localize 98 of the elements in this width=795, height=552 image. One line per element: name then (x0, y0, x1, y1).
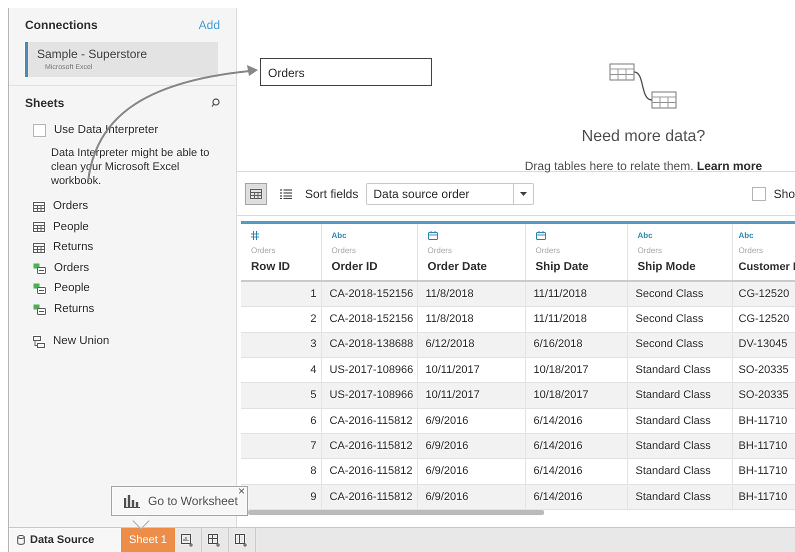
checkbox[interactable] (33, 124, 46, 137)
table-source: Orders (738, 245, 764, 257)
table-cell: CA-2018-152156 (321, 281, 417, 307)
prompt-text: Drag tables here to relate them. (524, 159, 695, 173)
new-union-item[interactable]: New Union (9, 332, 236, 352)
bar-chart-icon (124, 494, 140, 508)
column-header[interactable]: Customer I (738, 259, 795, 276)
table-cell: 1 (241, 281, 321, 307)
table-cell: 10/18/2017 (525, 382, 627, 408)
table-cell: Second Class (627, 332, 732, 358)
table-cell: CA-2016-115812 (321, 458, 417, 484)
table-cell: CA-2018-152156 (321, 306, 417, 332)
table-cell: Standard Class (627, 382, 732, 408)
table-cell: 6/14/2016 (525, 484, 627, 510)
table-source: Orders (536, 245, 561, 257)
table-cell: Standard Class (627, 434, 732, 459)
table-cell: Second Class (627, 306, 732, 332)
sheet-item[interactable]: Returns (9, 238, 236, 258)
tooltip-text: Go to Worksheet (148, 493, 238, 510)
table-icon (33, 202, 45, 212)
sheet-item[interactable]: Returns (9, 299, 236, 320)
table-cell: 10/11/2017 (417, 382, 525, 408)
checkbox-label: Sho (774, 186, 795, 202)
sheet-item[interactable]: Orders (9, 258, 236, 279)
sheet-item[interactable]: People (9, 217, 236, 238)
table-cell: 11/11/2018 (525, 281, 627, 307)
table-card[interactable]: Orders (260, 58, 432, 86)
related-tables-icon (608, 63, 678, 111)
type-label: Abc (738, 231, 754, 240)
named-range-icon (33, 283, 46, 294)
table-cell: 3 (241, 332, 321, 358)
table-source: Orders (251, 245, 276, 257)
connections-heading: Connections (25, 17, 98, 34)
table-cell: CA-2016-115812 (321, 484, 417, 510)
sort-dropdown[interactable]: Data source order (366, 182, 534, 204)
table-cell: Standard Class (627, 458, 732, 484)
column-header[interactable]: Ship Mode (638, 259, 726, 276)
table-cell: BH-11710 (732, 484, 795, 510)
table-cell: 6/9/2016 (417, 484, 525, 510)
column-header[interactable]: Ship Date (536, 259, 620, 276)
table-cell: US-2017-108966 (321, 382, 417, 408)
number-type-icon (251, 231, 259, 240)
table-cell: 8 (241, 458, 321, 484)
sheet-item[interactable]: People (9, 278, 236, 300)
column-header[interactable]: Row ID (251, 259, 314, 276)
union-icon (33, 336, 45, 348)
table-cell: 5 (241, 382, 321, 408)
table-cell: 6/12/2018 (417, 332, 525, 358)
table-source: Orders (428, 245, 453, 257)
learn-more-link[interactable]: Learn more (696, 159, 762, 173)
new-dashboard-icon (208, 534, 222, 546)
type-label: Abc (638, 231, 653, 240)
grid-view-button[interactable] (245, 182, 267, 204)
list-icon (280, 188, 292, 198)
named-range-icon (33, 304, 46, 315)
named-range-icon (33, 262, 46, 274)
sheet-item[interactable]: Orders (9, 196, 236, 218)
table-cell: SO-20335 (732, 382, 795, 408)
new-worksheet-icon (181, 534, 194, 546)
calendar-icon (428, 231, 438, 240)
table-cell: 6/9/2016 (417, 458, 525, 484)
table-cell: CA-2018-138688 (321, 332, 417, 358)
table-icon (33, 242, 45, 253)
search-icon[interactable] (211, 98, 220, 107)
table-cell: CA-2016-115812 (321, 434, 417, 459)
grid-icon (250, 188, 262, 198)
sort-label: Sort fields (305, 186, 358, 202)
prompt-title: Need more data? (582, 127, 706, 147)
calendar-icon (536, 231, 546, 240)
sheets-heading: Sheets (25, 94, 64, 112)
table-cell: DV-13045 (732, 332, 795, 358)
table-cell: 11/11/2018 (525, 306, 627, 332)
table-cell: 6/16/2018 (525, 332, 627, 358)
column-header[interactable]: Order Date (428, 259, 518, 276)
table-cell: CG-12520 (732, 306, 795, 332)
column-header[interactable]: Order ID (332, 259, 410, 276)
table-source: Orders (332, 245, 357, 257)
table-cell: Second Class (627, 281, 732, 307)
table-cell: BH-11710 (732, 434, 795, 459)
table-source: Orders (638, 245, 663, 257)
table-cell: 2 (241, 306, 321, 332)
table-cell: 6/9/2016 (417, 434, 525, 459)
database-icon (17, 535, 25, 545)
caret-icon (520, 192, 528, 196)
table-cell: 7 (241, 434, 321, 459)
table-cell: Standard Class (627, 484, 732, 510)
checkbox[interactable] (752, 186, 766, 200)
table-cell: BH-11710 (732, 458, 795, 484)
table-cell: 6/14/2016 (525, 434, 627, 459)
data-source-tab[interactable]: Data Source (9, 528, 121, 552)
table-cell: 6/14/2016 (525, 458, 627, 484)
new-story-icon (235, 534, 248, 546)
table-cell: 11/8/2018 (417, 306, 525, 332)
type-label: Abc (332, 231, 347, 240)
connection-name: Sample - Superstore (37, 46, 148, 63)
table-cell: 11/8/2018 (417, 281, 525, 307)
table-cell: CG-12520 (732, 281, 795, 307)
table-icon (33, 222, 45, 232)
